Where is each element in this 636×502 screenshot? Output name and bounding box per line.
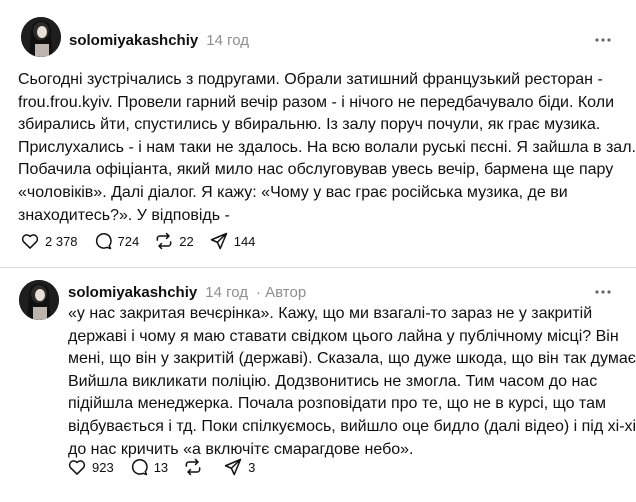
post-text-line: Прислухались - і нам таки не здалось. На… <box>18 138 636 156</box>
post-text-line: Вийшла викликати поліцію. Додзвонитись н… <box>68 372 598 390</box>
like-button[interactable]: 923 <box>67 457 114 477</box>
comment-icon <box>131 459 148 476</box>
repost-button[interactable]: 22 <box>154 231 194 251</box>
avatar-photo-icon <box>19 280 59 320</box>
post-text-line: мені, що він у закритій (державі). Сказа… <box>68 350 636 368</box>
share-button[interactable]: 3 <box>223 457 255 477</box>
send-icon <box>224 458 242 476</box>
heart-icon <box>68 460 86 475</box>
reply-button[interactable]: 724 <box>93 231 140 251</box>
post-actions: 2 378 724 22 144 <box>20 231 270 251</box>
avatar[interactable] <box>21 17 61 57</box>
like-count: 2 378 <box>45 233 78 249</box>
send-icon <box>210 232 227 250</box>
like-count: 923 <box>92 459 114 475</box>
more-horizontal-icon <box>595 290 611 294</box>
post-text-line: Сьогодні зустрічались з подругами. Обрал… <box>18 71 603 88</box>
more-options-button[interactable] <box>591 32 615 48</box>
comment-icon <box>95 233 112 250</box>
post-actions: 923 13 3 <box>67 457 270 477</box>
post-text-line: frou.frou.kyiv. Провели гарний вечір раз… <box>18 93 614 111</box>
share-count: 3 <box>248 459 256 475</box>
reply-count: 13 <box>153 459 169 475</box>
share-count: 144 <box>233 233 256 249</box>
post-text: Сьогодні зустрічались з подругами. Обрал… <box>18 69 636 227</box>
post-text-line: «у нас закритая вечєрінка». Кажу, що ми … <box>68 305 593 322</box>
avatar-photo-icon <box>21 17 61 57</box>
post-time[interactable]: 14 год <box>206 32 249 49</box>
repost-icon <box>185 458 201 476</box>
reply-button[interactable]: 13 <box>129 457 168 477</box>
author-label: · Автор <box>256 284 307 301</box>
reply-count: 724 <box>117 233 140 249</box>
post-text-line: Побачила офіціанта, який мило нас обслуг… <box>18 161 614 179</box>
heart-icon <box>21 234 39 249</box>
repost-count: 22 <box>179 233 194 249</box>
thread-post-main: solomiyakashchiy 14 год Сьогодні зустріч… <box>0 0 636 268</box>
post-text: «у нас закритая вечєрінка». Кажу, що ми … <box>68 303 636 461</box>
post-text-line: «чоловіків». Далі діалог. Я кажу: «Чому … <box>18 183 568 201</box>
avatar[interactable] <box>19 280 59 320</box>
like-button[interactable]: 2 378 <box>20 231 78 251</box>
more-options-button[interactable] <box>591 284 615 300</box>
repost-icon <box>156 232 172 250</box>
post-text-line: відбувається і тд. Поки спілкуємось, вий… <box>68 417 636 435</box>
username[interactable]: solomiyakashchiy <box>68 284 197 301</box>
post-text-line: державі і чому я маю ставати свідком цьо… <box>68 327 619 345</box>
post-text-line: знаходитесь?». У відповідь - <box>18 206 230 224</box>
post-time[interactable]: 14 год <box>205 284 248 301</box>
post-text-line: збирались йти, спустились у вбиральню. І… <box>18 116 601 134</box>
post-header: solomiyakashchiy 14 год <box>69 32 249 49</box>
post-text-line: підійшла менеджерка. Почала розповідати … <box>68 395 606 413</box>
share-button[interactable]: 144 <box>209 231 256 251</box>
post-header: solomiyakashchiy 14 год · Автор <box>68 284 306 301</box>
username[interactable]: solomiyakashchiy <box>69 32 198 49</box>
repost-button[interactable] <box>183 457 208 477</box>
thread-post-reply: solomiyakashchiy 14 год · Автор «у нас з… <box>0 268 636 502</box>
more-horizontal-icon <box>595 38 611 42</box>
